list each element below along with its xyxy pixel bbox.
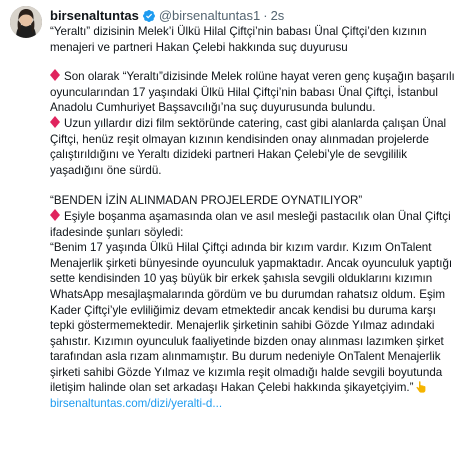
paragraph-text: Uzun yıllardır dizi film sektöründe cate…	[50, 116, 447, 177]
tweet-paragraph: Uzun yıllardır dizi film sektöründe cate…	[50, 115, 458, 178]
tweet-text: “Yeraltı” dizisinin Melek’i Ülkü Hilal Ç…	[50, 24, 458, 412]
avatar[interactable]	[10, 6, 42, 38]
tweet-header: birsenaltuntas @birsenaltuntas1 · 2s	[50, 7, 284, 25]
tweet-paragraph: Son olarak “Yeraltı”dizisinde Melek rolü…	[50, 69, 458, 116]
tweet-paragraph-intro: “Yeraltı” dizisinin Melek’i Ülkü Hilal Ç…	[50, 25, 427, 54]
quote-text: “Benim 17 yaşında Ülkü Hilal Çiftçi adın…	[50, 241, 453, 395]
red-diamond-icon	[50, 208, 60, 221]
verified-badge-icon	[142, 9, 156, 23]
avatar-image	[10, 6, 42, 38]
article-link[interactable]: birsenaltuntas.com/dizi/yeralti-d...	[50, 397, 222, 410]
paragraph-text: Eşiyle boşanma aşamasında olan ve asıl m…	[50, 209, 451, 239]
header-separator: ·	[263, 8, 268, 23]
tweet-paragraph: Eşiyle boşanma aşamasında olan ve asıl m…	[50, 208, 458, 240]
tweet[interactable]: birsenaltuntas @birsenaltuntas1 · 2s “Ye…	[0, 0, 466, 450]
red-diamond-icon	[50, 115, 60, 128]
section-heading: “BENDEN İZİN ALINMADAN PROJELERDE OYNATI…	[50, 194, 363, 208]
user-handle[interactable]: @birsenaltuntas1	[159, 7, 260, 25]
backhand-index-pointing-down-icon	[415, 381, 427, 394]
quote-paragraph: “Benim 17 yaşında Ülkü Hilal Çiftçi adın…	[50, 240, 458, 396]
paragraph-text: Son olarak “Yeraltı”dizisinde Melek rolü…	[50, 70, 455, 115]
display-name[interactable]: birsenaltuntas	[50, 7, 139, 25]
red-diamond-icon	[50, 69, 60, 82]
tweet-timestamp[interactable]: 2s	[271, 7, 285, 25]
